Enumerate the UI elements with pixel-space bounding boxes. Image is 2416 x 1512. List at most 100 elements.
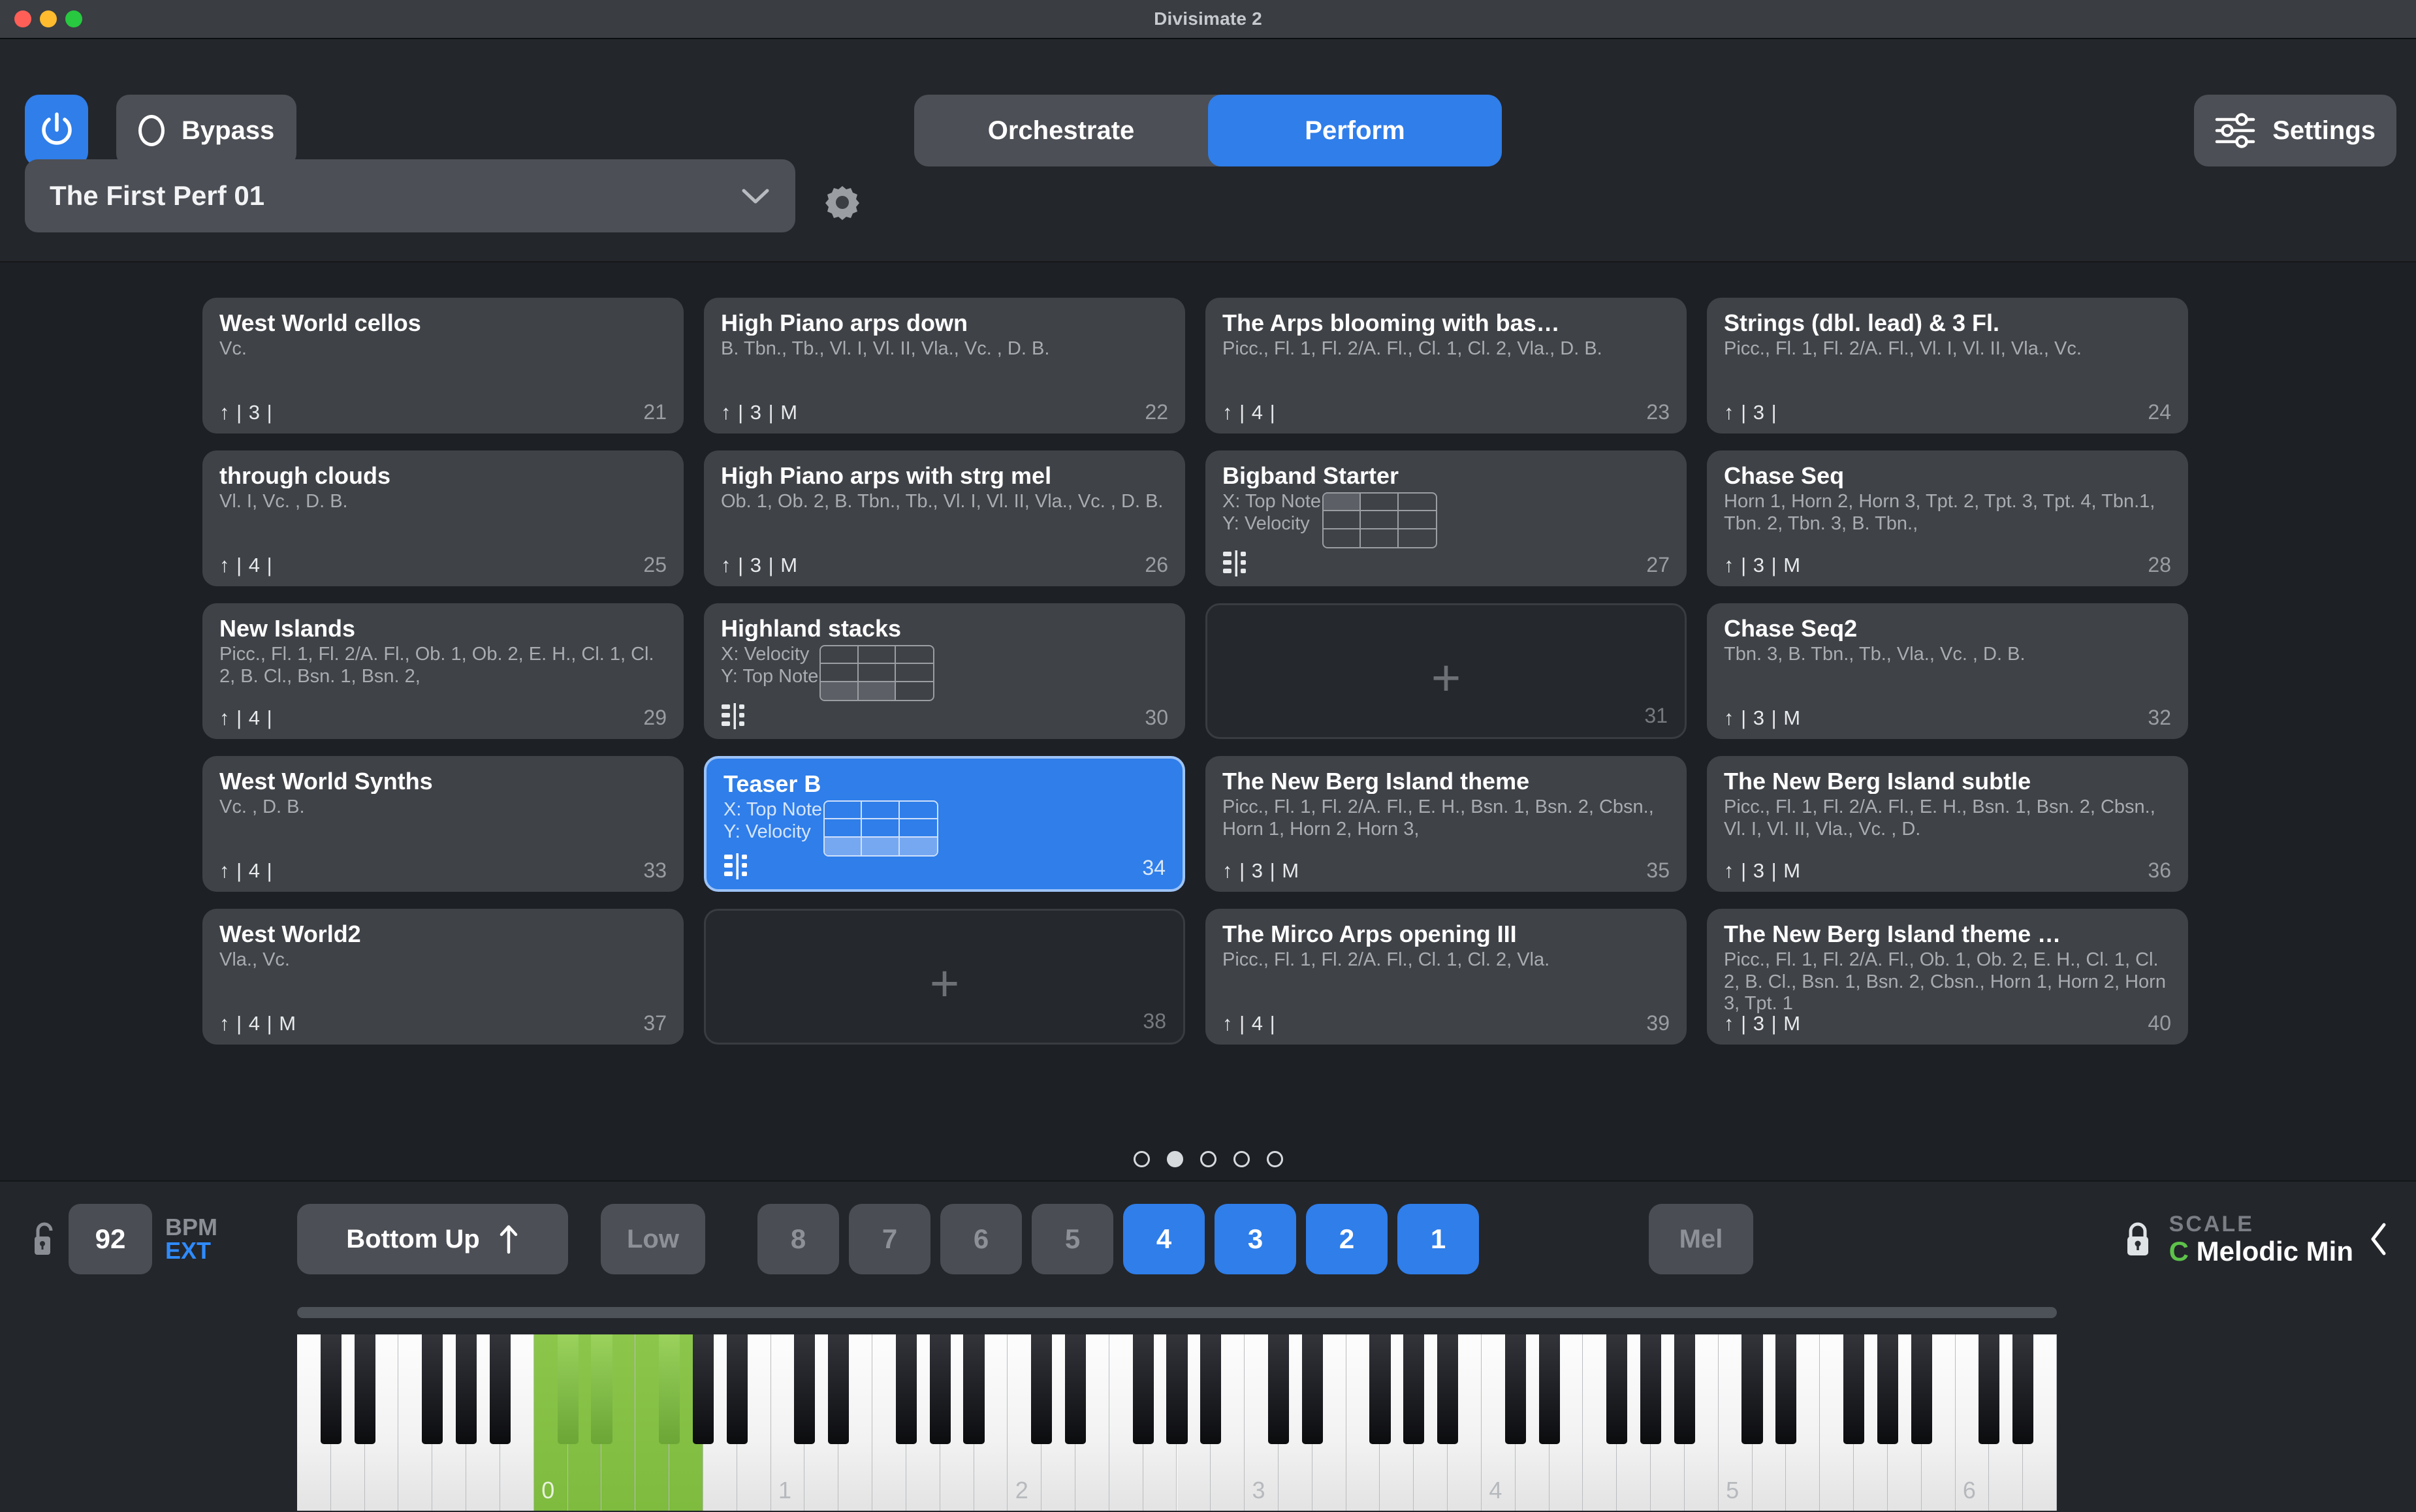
performance-card[interactable]: Teaser B X: Top Note Y: Velocity 34 [704, 756, 1185, 892]
xy-pad[interactable] [823, 800, 939, 857]
piano-black-key[interactable] [489, 1334, 511, 1444]
performance-card[interactable]: High Piano arps with strg mel Ob. 1, Ob. … [704, 450, 1185, 586]
performance-card[interactable]: Highland stacks X: Velocity Y: Top Note 30 [704, 603, 1185, 739]
low-button[interactable]: Low [601, 1204, 705, 1274]
xy-cell[interactable] [1398, 511, 1436, 529]
performance-card[interactable]: West World cellos Vc. ↑ | 3 | 21 [202, 298, 684, 433]
performance-card[interactable]: The Mirco Arps opening III Picc., Fl. 1, … [1205, 909, 1687, 1045]
xy-cell[interactable] [1361, 529, 1399, 548]
xy-cell[interactable] [896, 646, 934, 665]
performance-card[interactable]: Bigband Starter X: Top Note Y: Velocity 27 [1205, 450, 1687, 586]
xy-cell[interactable] [821, 646, 859, 665]
performance-card[interactable]: West World2 Vla., Vc. ↑ | 4 | M 37 [202, 909, 684, 1045]
piano-black-key[interactable] [1979, 1334, 2000, 1444]
piano-black-key[interactable] [320, 1334, 342, 1444]
performance-card[interactable]: The Arps blooming with bas… Picc., Fl. 1,… [1205, 298, 1687, 433]
preset-settings-button[interactable] [821, 181, 863, 223]
piano-black-key[interactable] [726, 1334, 748, 1444]
voice-button-5[interactable]: 5 [1032, 1204, 1113, 1274]
xy-cell[interactable] [896, 664, 934, 682]
piano-black-key[interactable] [828, 1334, 850, 1444]
piano-black-key[interactable] [1775, 1334, 1797, 1444]
performance-card[interactable]: High Piano arps down B. Tbn., Tb., Vl. I,… [704, 298, 1185, 433]
piano-black-key[interactable] [1369, 1334, 1391, 1444]
piano-black-key[interactable] [1132, 1334, 1154, 1444]
scale-readout[interactable]: SCALE C Melodic Min [2169, 1213, 2353, 1265]
piano-black-key[interactable] [591, 1334, 612, 1444]
piano-keyboard[interactable]: 0 1 2 3 4 5 6 [297, 1334, 2057, 1511]
piano-black-key[interactable] [1640, 1334, 1662, 1444]
piano-black-key[interactable] [1403, 1334, 1425, 1444]
performance-card[interactable]: The New Berg Island subtle Picc., Fl. 1, … [1707, 756, 2188, 892]
performance-card[interactable]: through clouds Vl. I, Vc. , D. B. ↑ | 4 | 2… [202, 450, 684, 586]
add-performance-card[interactable]: +31 [1205, 603, 1687, 739]
voice-button-6[interactable]: 6 [940, 1204, 1022, 1274]
settings-button[interactable]: Settings [2194, 95, 2396, 166]
piano-black-key[interactable] [1877, 1334, 1898, 1444]
pagination-dot[interactable] [1200, 1151, 1216, 1167]
pagination-dot[interactable] [1266, 1151, 1283, 1167]
piano-black-key[interactable] [1843, 1334, 1865, 1444]
pagination-dot[interactable] [1166, 1151, 1183, 1167]
piano-black-key[interactable] [354, 1334, 375, 1444]
piano-black-key[interactable] [1267, 1334, 1290, 1444]
xy-cell[interactable] [821, 682, 859, 701]
performance-card[interactable]: West World Synths Vc. , D. B. ↑ | 4 | 33 [202, 756, 684, 892]
piano-black-key[interactable] [1674, 1334, 1695, 1444]
piano-black-key[interactable] [1064, 1334, 1087, 1444]
piano-black-key[interactable] [1504, 1334, 1526, 1444]
xy-cell[interactable] [896, 682, 933, 700]
piano-black-key[interactable] [1166, 1334, 1188, 1444]
add-performance-card[interactable]: +38 [704, 909, 1185, 1045]
piano-black-key[interactable] [2012, 1334, 2034, 1444]
piano-black-key[interactable] [1741, 1334, 1763, 1444]
xy-cell[interactable] [1399, 529, 1436, 547]
xy-cell[interactable] [899, 819, 937, 838]
xy-cell[interactable] [821, 664, 859, 682]
pagination-dot[interactable] [1133, 1151, 1150, 1167]
piano-black-key[interactable] [692, 1334, 714, 1444]
xy-cell[interactable] [858, 646, 897, 665]
piano-black-key[interactable] [895, 1334, 917, 1444]
piano-black-key[interactable] [794, 1334, 816, 1444]
xy-cell[interactable] [858, 682, 897, 701]
piano-black-key[interactable] [1911, 1334, 1932, 1444]
performance-card[interactable]: The New Berg Island theme … Picc., Fl. 1,… [1707, 909, 2188, 1045]
piano-black-key[interactable] [1437, 1334, 1459, 1444]
piano-black-key[interactable] [963, 1334, 985, 1444]
piano-black-key[interactable] [659, 1334, 680, 1444]
performance-card[interactable]: Strings (dbl. lead) & 3 Fl. Picc., Fl. 1,… [1707, 298, 2188, 433]
tab-orchestrate[interactable]: Orchestrate [914, 95, 1208, 166]
xy-cell[interactable] [1324, 494, 1361, 512]
performance-card[interactable]: The New Berg Island theme Picc., Fl. 1, F… [1205, 756, 1687, 892]
piano-black-key[interactable] [422, 1334, 443, 1444]
voice-button-3[interactable]: 3 [1215, 1204, 1296, 1274]
xy-cell[interactable] [899, 802, 937, 820]
tab-perform[interactable]: Perform [1208, 95, 1502, 166]
pagination-dot[interactable] [1233, 1151, 1250, 1167]
bpm-value-field[interactable]: 92 [69, 1204, 152, 1274]
bpm-sync-label[interactable]: EXT [165, 1239, 217, 1263]
performance-card[interactable]: Chase Seq2 Tbn. 3, B. Tbn., Tb., Vla., Vc… [1707, 603, 2188, 739]
voice-button-8[interactable]: 8 [757, 1204, 839, 1274]
xy-cell[interactable] [1324, 511, 1361, 529]
preset-select[interactable]: The First Perf 01 [25, 159, 795, 232]
xy-cell[interactable] [825, 802, 863, 820]
keyboard-scrollbar[interactable] [297, 1307, 2057, 1318]
piano-black-key[interactable] [1538, 1334, 1560, 1444]
voice-button-4[interactable]: 4 [1123, 1204, 1205, 1274]
xy-cell[interactable] [1361, 511, 1399, 529]
piano-black-key[interactable] [557, 1334, 579, 1444]
piano-black-key[interactable] [1200, 1334, 1222, 1444]
voice-button-2[interactable]: 2 [1306, 1204, 1388, 1274]
xy-cell[interactable] [858, 664, 897, 682]
mel-button[interactable]: Mel [1649, 1204, 1753, 1274]
xy-cell[interactable] [1398, 494, 1436, 512]
xy-pad[interactable] [1322, 492, 1438, 549]
chevron-left-icon[interactable] [2368, 1221, 2390, 1257]
bypass-button[interactable]: Bypass [116, 95, 297, 166]
unlock-icon[interactable] [29, 1220, 59, 1259]
piano-black-key[interactable] [1031, 1334, 1053, 1444]
xy-pad[interactable] [819, 645, 935, 702]
power-button[interactable] [25, 95, 88, 166]
